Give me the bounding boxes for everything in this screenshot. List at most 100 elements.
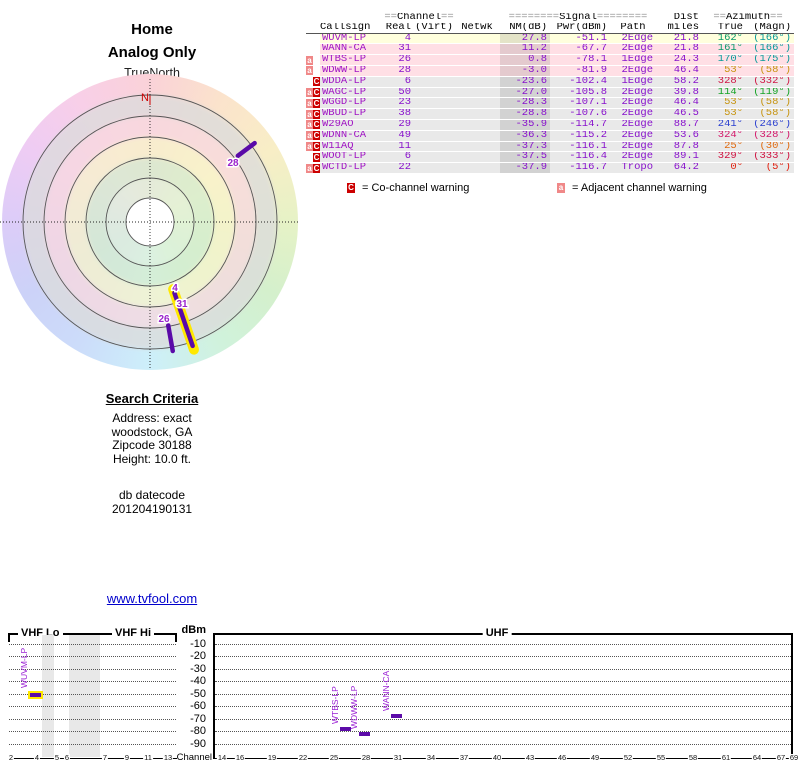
col-header-true: True <box>702 23 746 33</box>
real-channel-cell: 6 <box>384 76 414 87</box>
virtual-channel-cell <box>414 98 454 109</box>
network-cell <box>454 76 500 87</box>
callsign-cell: WCTD-LP <box>320 163 384 174</box>
callsign-cell: WBUD-LP <box>320 109 384 120</box>
table-row: aCWAGC-LP50-27.0-105.82Edge39.8114°(119°… <box>306 87 794 98</box>
magnetic-azimuth-cell: (5°) <box>746 163 794 174</box>
col-header-callsign: Callsign <box>320 23 384 33</box>
table-row: aWTBS-LP260.8-78.11Edge24.3170°(175°) <box>306 55 794 66</box>
db-datecode-label: db datecode <box>0 489 304 503</box>
uhf-gridline <box>215 706 791 707</box>
noise-margin-cell: -37.5 <box>500 152 550 163</box>
wedge-channel-label: 26 <box>158 314 170 325</box>
uhf-gridline <box>215 669 791 670</box>
channel-tick-46: 46 <box>557 754 567 762</box>
adjacent-channel-warning-icon: a <box>557 183 565 193</box>
vhf-gridline <box>9 744 176 745</box>
channel-tick-52: 52 <box>623 754 633 762</box>
noise-margin-cell: 27.8 <box>500 33 550 44</box>
noise-margin-cell: -28.8 <box>500 109 550 120</box>
co-channel-warning-cell: C <box>313 87 320 98</box>
virtual-channel-cell <box>414 109 454 120</box>
magnetic-azimuth-cell: (166°) <box>746 44 794 55</box>
magnetic-azimuth-cell: (332°) <box>746 76 794 87</box>
power-cell: -102.4 <box>550 76 610 87</box>
adjacent-warning-icon: a <box>306 88 313 97</box>
adjacent-warning-cell <box>306 76 313 87</box>
dbm-axis-label: dBm <box>178 625 206 636</box>
station-label-WDWW-LP: WDWW-LP <box>349 686 359 729</box>
power-cell: -114.7 <box>550 119 610 130</box>
adjacent-warning-icon: a <box>306 56 313 65</box>
dbm-tick-label: -90 <box>178 739 206 750</box>
channel-tick-25: 25 <box>329 754 339 762</box>
true-azimuth-cell: 53° <box>702 65 746 76</box>
adjacent-warning-icon: a <box>306 131 313 140</box>
vhf-panel-left-tick <box>8 633 10 642</box>
col-header-real: Real <box>384 23 414 33</box>
magnetic-azimuth-cell: (30°) <box>746 141 794 152</box>
distance-cell: 21.8 <box>656 33 702 44</box>
channel-tick-28: 28 <box>361 754 371 762</box>
real-channel-cell: 11 <box>384 141 414 152</box>
channel-group-header: ==Channel== <box>384 13 454 23</box>
power-cell: -107.6 <box>550 109 610 120</box>
adjacent-warning-cell: a <box>306 87 313 98</box>
co-channel-warning-cell <box>313 65 320 76</box>
co-channel-warning-cell: C <box>313 98 320 109</box>
col-header-nm: NM(dB) <box>500 23 550 33</box>
vhf-hi-label: VHF Hi <box>112 627 154 639</box>
dbm-tick-label: -30 <box>178 664 206 675</box>
uhf-gridline <box>215 731 791 732</box>
magnetic-azimuth-cell: (328°) <box>746 130 794 141</box>
channel-tick-37: 37 <box>459 754 469 762</box>
network-cell <box>454 152 500 163</box>
vhf-lo-label: VHF Lo <box>18 627 63 639</box>
callsign-cell: W11AQ <box>320 141 384 152</box>
adjacent-warning-cell: a <box>306 119 313 130</box>
table-row: CWOOT-LP6-37.5-116.42Edge89.1329°(333°) <box>306 152 794 163</box>
network-cell <box>454 55 500 66</box>
vhf-panel-right-tick <box>175 633 177 642</box>
co-channel-warning-icon: C <box>347 183 355 193</box>
co-channel-warning-cell: C <box>313 163 320 174</box>
magnetic-azimuth-cell: (175°) <box>746 55 794 66</box>
real-channel-cell: 26 <box>384 55 414 66</box>
network-cell <box>454 87 500 98</box>
dbm-tick-label: -40 <box>178 676 206 687</box>
channel-tick-69: 69 <box>789 754 799 762</box>
table-row: aCWCTD-LP22-37.9-116.7Tropo64.20°(5°) <box>306 163 794 174</box>
fm-band-shading <box>69 635 100 757</box>
co-channel-warning-icon: C <box>313 88 320 97</box>
search-criteria-address: Address: exact <box>0 412 304 426</box>
path-cell: 2Edge <box>610 152 656 163</box>
noise-margin-cell: -37.9 <box>500 163 550 174</box>
search-criteria-height: Height: 10.0 ft. <box>0 453 304 467</box>
tvfool-link[interactable]: www.tvfool.com <box>0 591 304 606</box>
true-azimuth-cell: 0° <box>702 163 746 174</box>
noise-margin-cell: 0.8 <box>500 55 550 66</box>
virtual-channel-cell <box>414 33 454 44</box>
path-cell: 1Edge <box>610 55 656 66</box>
true-azimuth-cell: 162° <box>702 33 746 44</box>
network-cell <box>454 141 500 152</box>
vhf-gridline <box>9 731 176 732</box>
network-cell <box>454 33 500 44</box>
noise-margin-cell: -27.0 <box>500 87 550 98</box>
true-azimuth-cell: 329° <box>702 152 746 163</box>
callsign-cell: WUVM-LP <box>320 33 384 44</box>
station-label-WANN-CA: WANN-CA <box>381 671 391 711</box>
virtual-channel-cell <box>414 119 454 130</box>
table-row: aCWDNN-CA49-36.3-115.22Edge53.6324°(328°… <box>306 130 794 141</box>
station-label-WTBS-LP: WTBS-LP <box>330 686 340 724</box>
channel-tick-61: 61 <box>721 754 731 762</box>
adjacent-warning-icon: a <box>306 66 313 75</box>
channel-tick-4: 4 <box>34 754 40 762</box>
channel-tick-13: 13 <box>163 754 173 762</box>
magnetic-azimuth-cell: (58°) <box>746 65 794 76</box>
noise-margin-cell: -35.9 <box>500 119 550 130</box>
distance-cell: 46.4 <box>656 98 702 109</box>
polar-title: Home <box>0 21 304 38</box>
network-cell <box>454 109 500 120</box>
search-criteria-city: woodstock, GA <box>0 426 304 440</box>
